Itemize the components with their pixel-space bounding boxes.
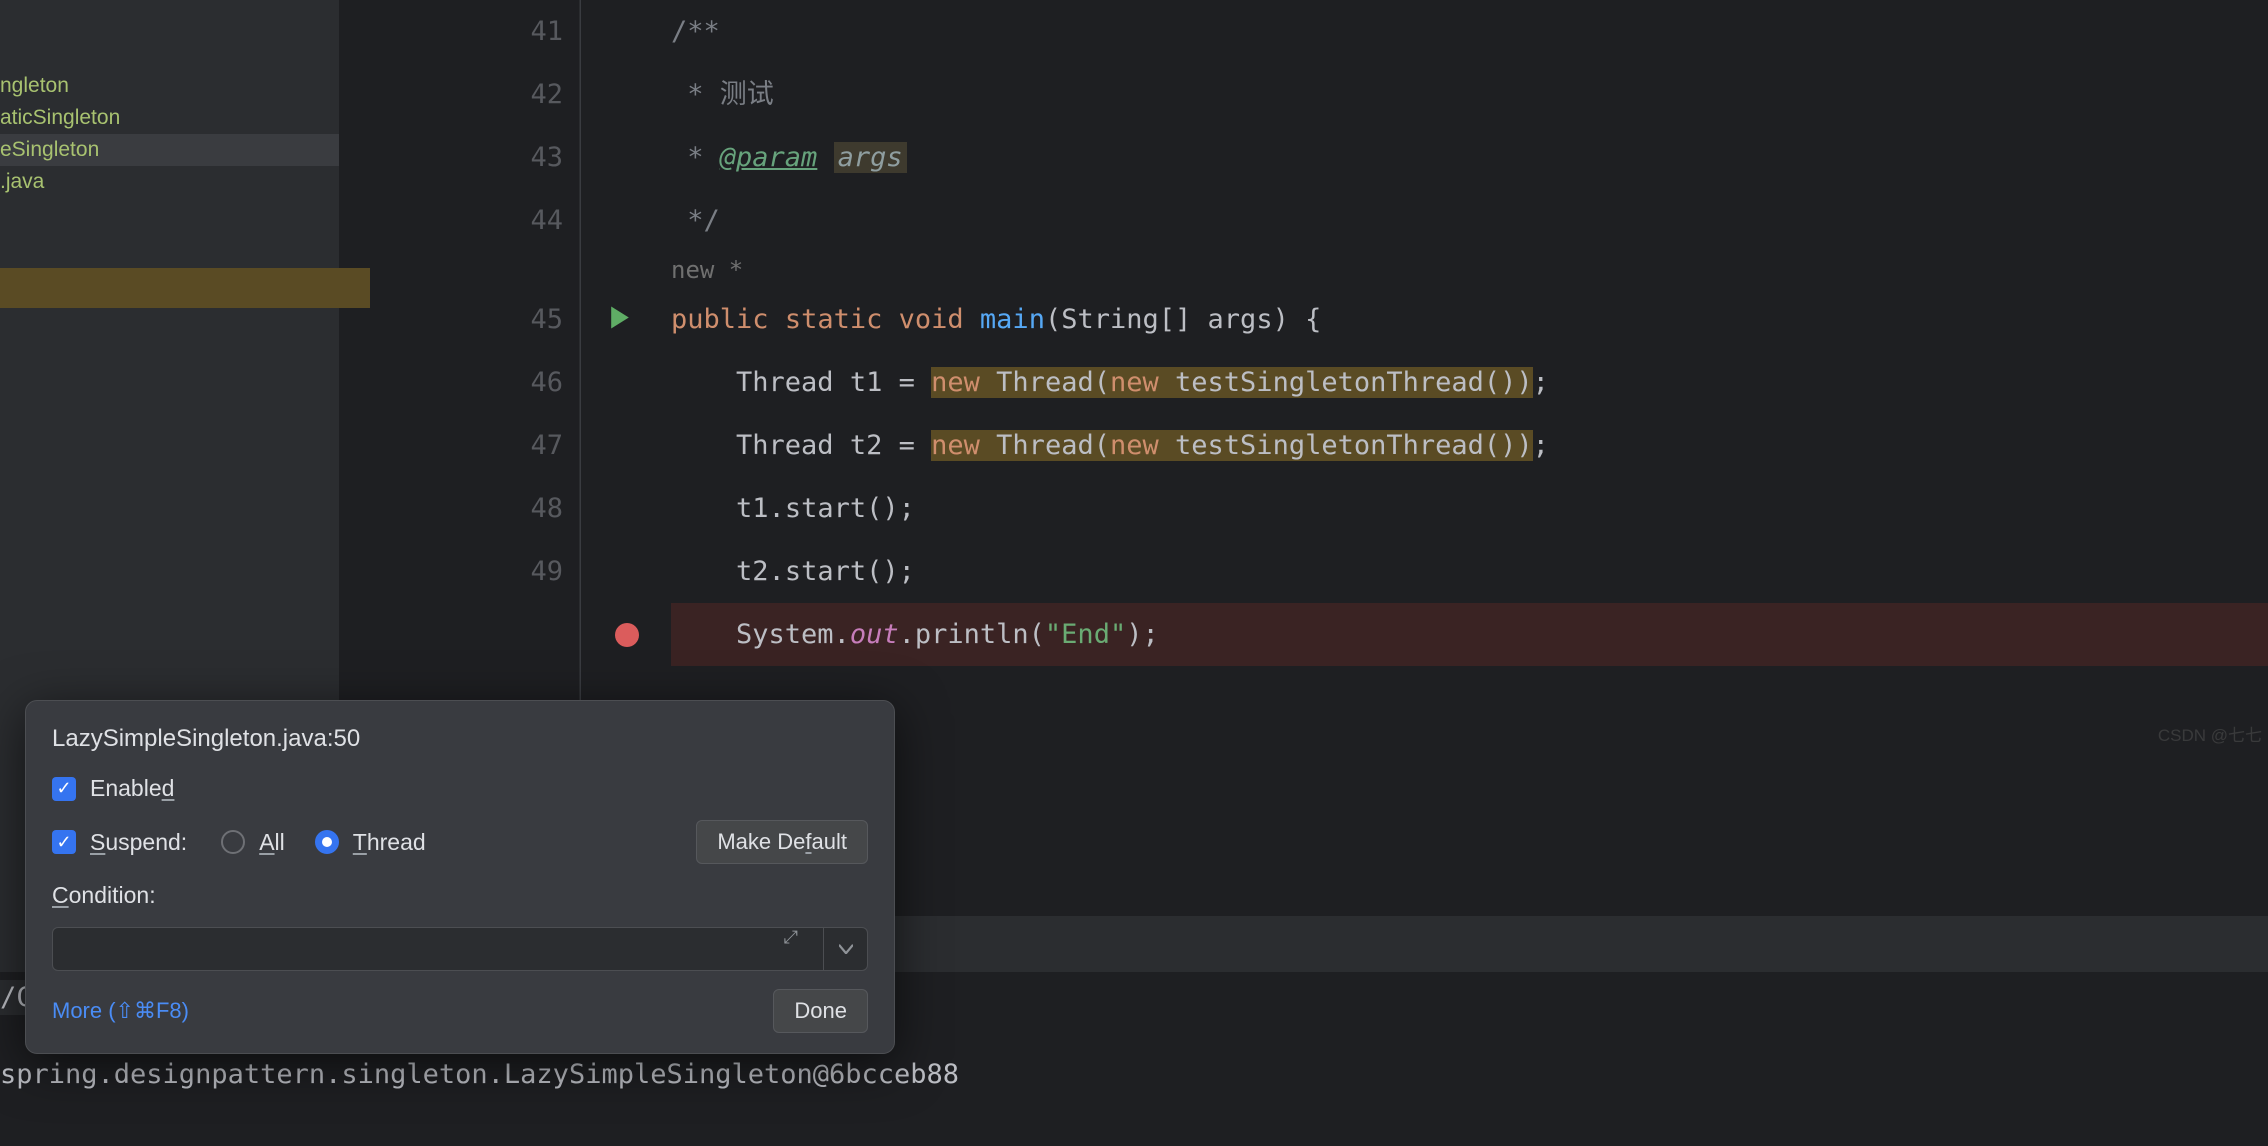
suspend-all-label: All: [259, 829, 285, 856]
tree-item[interactable]: ngleton: [0, 70, 339, 102]
punct: (: [1094, 367, 1110, 398]
suspend-thread-radio[interactable]: [315, 830, 339, 854]
keyword: static: [785, 304, 883, 335]
keyword: void: [899, 304, 964, 335]
code-text: *: [671, 142, 720, 173]
line-number[interactable]: 43: [400, 126, 579, 189]
punct: ) {: [1273, 304, 1322, 335]
code-text: /**: [671, 16, 720, 47]
condition-label: Condition:: [52, 882, 156, 909]
line-number[interactable]: 48: [400, 477, 579, 540]
code-text: t1 =: [834, 367, 932, 398]
punct: ();: [866, 556, 915, 587]
code-text: *: [671, 79, 720, 110]
code-text: [1159, 367, 1175, 398]
code-text: */: [671, 205, 720, 236]
line-number[interactable]: 47: [400, 414, 579, 477]
punct: ): [1516, 430, 1532, 461]
line-number[interactable]: 44: [400, 189, 579, 252]
enabled-label: Enabled: [90, 775, 174, 802]
identifier: args: [1208, 304, 1273, 335]
code-text: t2 =: [834, 430, 932, 461]
suspend-label: Suspend:: [90, 829, 187, 856]
enabled-checkbox[interactable]: ✓: [52, 777, 76, 801]
line-number-breakpoint[interactable]: [400, 603, 579, 666]
code-text: System.: [736, 619, 850, 650]
breakpoint-popup: LazySimpleSingleton.java:50 ✓ Enabled ✓ …: [25, 700, 895, 1054]
code-text: [980, 430, 996, 461]
tree-item[interactable]: aticSingleton: [0, 102, 339, 134]
done-button[interactable]: Done: [773, 989, 868, 1033]
punct: (): [1484, 430, 1517, 461]
code-text: [980, 367, 996, 398]
type: testSingletonThread: [1175, 430, 1484, 461]
type: Thread: [736, 430, 834, 461]
keyword: new: [1110, 430, 1159, 461]
line-number[interactable]: 49: [400, 540, 579, 603]
field: out: [850, 619, 899, 650]
line-number[interactable]: 46: [400, 351, 579, 414]
code-text: [1159, 430, 1175, 461]
line-number[interactable]: 45: [400, 288, 579, 351]
code-text: t1.: [736, 493, 785, 524]
type: Thread: [996, 367, 1094, 398]
make-default-button[interactable]: Make Default: [696, 820, 868, 864]
keyword: new: [931, 430, 980, 461]
keyword: new: [1110, 367, 1159, 398]
type: testSingletonThread: [1175, 367, 1484, 398]
punct: ;: [1533, 367, 1549, 398]
line-number[interactable]: 41: [400, 0, 579, 63]
type: Thread: [996, 430, 1094, 461]
inline-hint: new *: [671, 252, 2268, 288]
condition-input[interactable]: [52, 927, 824, 971]
string-literal: "End": [1045, 619, 1126, 650]
watermark: CSDN @七七: [2158, 721, 2262, 746]
more-link[interactable]: More (⇧⌘F8): [52, 998, 189, 1024]
javadoc-tag: @param: [720, 142, 818, 173]
type: String: [1061, 304, 1159, 335]
punct: []: [1159, 304, 1208, 335]
punct: ;: [1533, 430, 1549, 461]
method-call: .println(: [899, 619, 1045, 650]
tree-item-selected[interactable]: eSingleton: [0, 134, 339, 166]
keyword: new: [931, 367, 980, 398]
suspend-all-radio[interactable]: [221, 830, 245, 854]
javadoc-param: args: [834, 142, 907, 173]
punct: );: [1126, 619, 1159, 650]
expand-icon[interactable]: ⤢: [784, 927, 798, 948]
punct: (): [1484, 367, 1517, 398]
punct: (: [1094, 430, 1110, 461]
breakpoint-title: LazySimpleSingleton.java:50: [52, 725, 868, 753]
code-text: 测试: [720, 79, 774, 110]
method-name: main: [980, 304, 1045, 335]
console-output: spring.designpattern.singleton.LazySimpl…: [0, 1059, 2268, 1090]
tree-highlight-bar: [0, 268, 370, 308]
suspend-checkbox[interactable]: ✓: [52, 830, 76, 854]
punct: ): [1516, 367, 1532, 398]
condition-dropdown[interactable]: [824, 927, 868, 971]
keyword: public: [671, 304, 769, 335]
method-call: start: [785, 556, 866, 587]
punct: (: [1045, 304, 1061, 335]
line-number[interactable]: 42: [400, 63, 579, 126]
code-text: t2.: [736, 556, 785, 587]
suspend-thread-label: Thread: [353, 829, 426, 856]
type: Thread: [736, 367, 834, 398]
punct: ();: [866, 493, 915, 524]
method-call: start: [785, 493, 866, 524]
tree-item[interactable]: .java: [0, 166, 339, 198]
